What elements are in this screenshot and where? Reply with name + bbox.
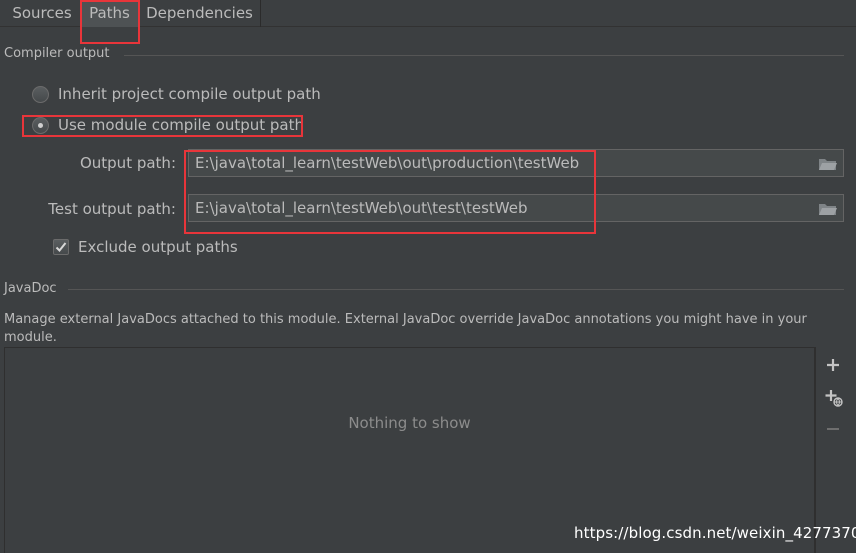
plus-url-icon[interactable] [824, 388, 843, 407]
watermark: https://blog.csdn.net/weixin_42773709 [574, 524, 856, 542]
tab-dependencies[interactable]: Dependencies [139, 0, 261, 27]
minus-icon[interactable] [824, 420, 842, 438]
compiler-output-title: Compiler output [4, 46, 110, 61]
radio-inherit-label: Inherit project compile output path [58, 85, 321, 103]
checkmark-icon[interactable] [53, 239, 69, 255]
output-path-label: Output path: [79, 154, 176, 172]
module-settings-paths-panel: Sources Paths Dependencies Compiler outp… [0, 0, 856, 553]
folder-icon[interactable] [818, 201, 838, 217]
radio-button-off-icon[interactable] [32, 85, 49, 103]
tab-bar: Sources Paths Dependencies [0, 0, 856, 27]
compiler-output-separator [124, 55, 844, 56]
exclude-output-paths-checkbox[interactable]: Exclude output paths [53, 238, 238, 256]
radio-button-on-icon[interactable] [32, 116, 49, 134]
javadoc-title: JavaDoc [4, 281, 57, 296]
exclude-output-paths-label: Exclude output paths [78, 238, 238, 256]
plus-icon[interactable] [824, 356, 842, 374]
output-path-field[interactable] [188, 149, 844, 177]
empty-list-text: Nothing to show [348, 414, 471, 432]
folder-icon[interactable] [818, 156, 838, 172]
tab-sources[interactable]: Sources [4, 0, 81, 27]
javadoc-list[interactable]: Nothing to show [4, 347, 815, 553]
radio-inherit-project-path[interactable]: Inherit project compile output path [32, 85, 321, 103]
test-output-path-label: Test output path: [48, 200, 176, 218]
javadoc-separator [68, 289, 844, 290]
javadoc-description: Manage external JavaDocs attached to thi… [4, 312, 807, 345]
test-output-path-field[interactable] [188, 194, 844, 222]
tab-paths[interactable]: Paths [81, 0, 139, 27]
radio-use-module-label: Use module compile output path [58, 116, 305, 134]
radio-use-module-path[interactable]: Use module compile output path [32, 116, 304, 134]
javadoc-toolbar [815, 347, 856, 553]
